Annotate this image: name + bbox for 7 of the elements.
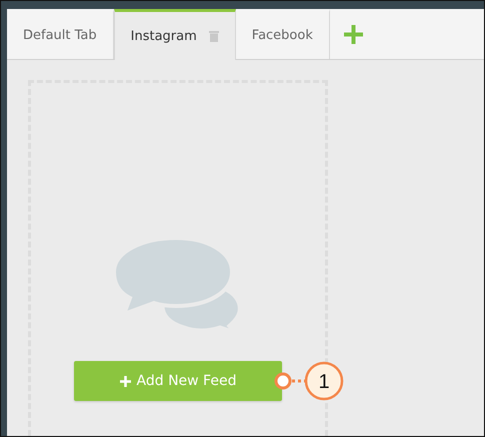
plus-icon <box>344 24 363 44</box>
plus-icon <box>120 376 131 386</box>
trash-icon[interactable] <box>208 30 219 42</box>
callout-badge: 1 <box>304 362 344 400</box>
anchor-dot <box>274 372 292 390</box>
leader-line <box>292 380 305 382</box>
tab[interactable]: Instagram <box>114 9 236 60</box>
